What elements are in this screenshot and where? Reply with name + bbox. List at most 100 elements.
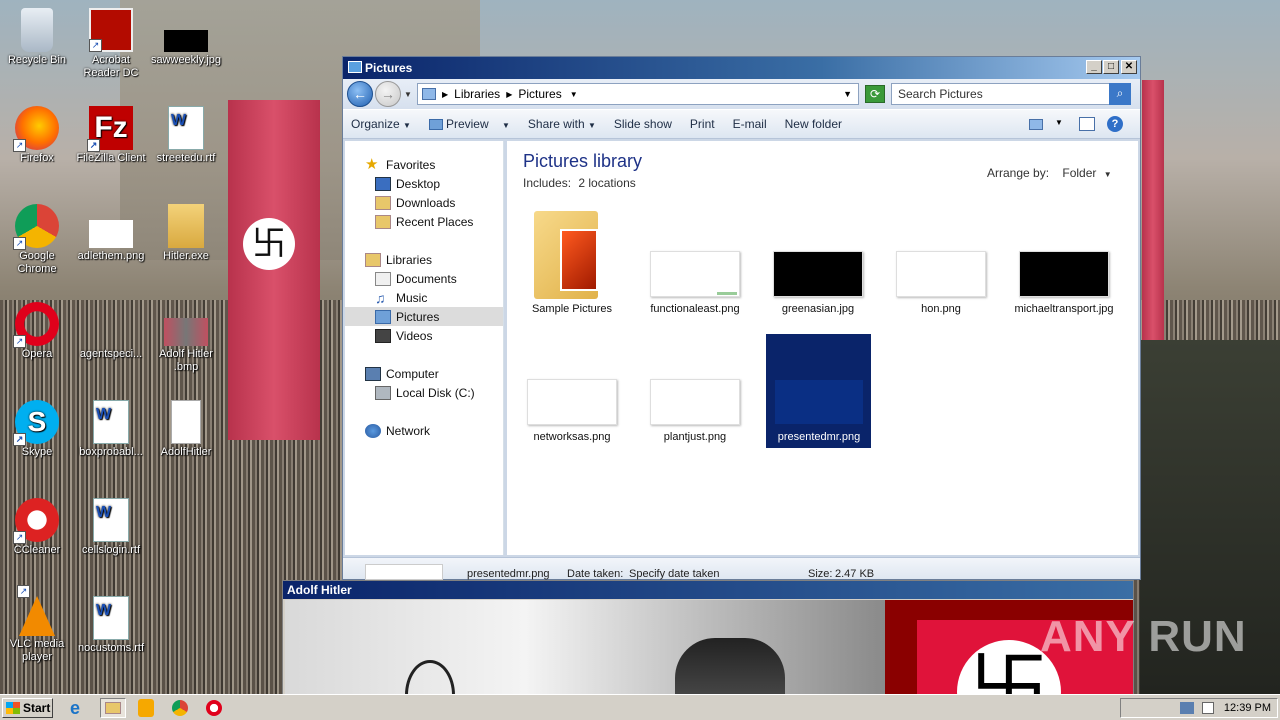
flag-tray-icon[interactable]	[1201, 702, 1214, 714]
nav-computer[interactable]: Computer	[345, 364, 503, 383]
desktop-icon-boxprobabl[interactable]: W boxprobabl...	[74, 400, 148, 459]
desktop-icon-agentspeci[interactable]: agentspeci...	[74, 302, 148, 361]
nav-libraries[interactable]: Libraries	[345, 250, 503, 269]
clock[interactable]: 12:39 PM	[1224, 702, 1271, 714]
desktop-icon-chrome[interactable]: ↗ Google Chrome	[0, 204, 74, 276]
blank-file-icon	[89, 302, 133, 346]
media-player-icon[interactable]	[138, 699, 154, 717]
desktop-icon-filezilla[interactable]: Fz ↗ FileZilla Client	[74, 106, 148, 165]
desktop-icon-sawweekly[interactable]: sawweekly.jpg	[149, 8, 223, 67]
slide-show-button[interactable]: Slide show	[614, 117, 672, 131]
close-button[interactable]: ✕	[1121, 60, 1137, 74]
desktop-icon-firefox[interactable]: ↗ Firefox	[0, 106, 74, 165]
recent-pages-dropdown-icon[interactable]: ▼	[404, 90, 412, 99]
file-item[interactable]: functionaleast.png	[640, 205, 750, 315]
image-thumbnail	[527, 379, 617, 425]
chevron-down-icon[interactable]: ▼	[570, 90, 578, 99]
internet-explorer-icon[interactable]: e	[70, 699, 90, 717]
desktop-icon-ccleaner[interactable]: ↗ CCleaner	[0, 498, 74, 557]
forward-button[interactable]: →	[375, 81, 401, 107]
start-button[interactable]: Start	[2, 698, 53, 718]
minimize-button[interactable]: _	[1086, 60, 1102, 74]
item-label: michaeltransport.jpg	[1014, 303, 1114, 315]
videos-icon	[375, 328, 391, 343]
image-viewer-titlebar[interactable]: Adolf Hitler	[283, 581, 1133, 599]
file-item[interactable]: plantjust.png	[640, 333, 750, 443]
breadcrumb-separator: ▶	[506, 89, 513, 99]
nav-videos[interactable]: Videos	[345, 326, 503, 345]
nav-downloads[interactable]: Downloads	[345, 193, 503, 212]
file-item-selected[interactable]: presentedmr.png	[766, 334, 871, 448]
desktop-icon-label: Google Chrome	[17, 250, 57, 275]
search-placeholder: Search Pictures	[898, 87, 983, 101]
window-title: Pictures	[365, 61, 413, 75]
desktop-icon-cellslogin[interactable]: W cellslogin.rtf	[74, 498, 148, 557]
acrobat-icon: ↗	[89, 8, 133, 52]
desktop-icon-acrobat[interactable]: ↗ Acrobat Reader DC	[74, 8, 148, 80]
details-date-value[interactable]: Specify date taken	[629, 568, 720, 580]
preview-pane-icon[interactable]	[1079, 117, 1095, 131]
search-icon[interactable]: ⌕	[1109, 83, 1131, 105]
search-input[interactable]: Search Pictures ⌕	[891, 83, 1131, 105]
maximize-button[interactable]: □	[1103, 60, 1119, 74]
refresh-icon[interactable]: ⟳	[865, 85, 885, 103]
item-label: plantjust.png	[663, 431, 727, 443]
email-button[interactable]: E-mail	[733, 117, 767, 131]
address-dropdown-icon[interactable]: ▼	[843, 89, 852, 99]
desktop-icon-hitler-exe[interactable]: Hitler.exe	[149, 204, 223, 263]
nav-documents[interactable]: Documents	[345, 269, 503, 288]
back-button[interactable]: ←	[347, 81, 373, 107]
nav-label: Videos	[396, 328, 433, 343]
opera-icon[interactable]	[206, 700, 222, 716]
share-with-button[interactable]: Share with ▼	[528, 117, 596, 131]
includes-locations-link[interactable]: 2 locations	[578, 176, 635, 190]
desktop-icon-recycle-bin[interactable]: Recycle Bin	[0, 8, 74, 67]
nav-label: Computer	[386, 366, 439, 381]
file-item[interactable]: greenasian.jpg	[763, 205, 873, 315]
change-view-icon[interactable]	[1029, 119, 1043, 130]
desktop-icon-vlc[interactable]: ↗ VLC media player	[0, 585, 74, 664]
desktop-icon-skype[interactable]: S ↗ Skype	[0, 400, 74, 459]
desktop-icon-adolfhitler[interactable]: AdolfHitler	[149, 400, 223, 459]
explorer-titlebar[interactable]: Pictures _ □ ✕	[343, 57, 1140, 79]
folder-item[interactable]: Sample Pictures	[517, 205, 627, 315]
desktop-icon-adlethem[interactable]: adlethem.png	[74, 204, 148, 263]
image-file-icon	[89, 220, 133, 248]
desktop-icon-nocustoms[interactable]: W nocustoms.rtf	[74, 596, 148, 655]
print-button[interactable]: Print	[690, 117, 715, 131]
nav-pictures[interactable]: Pictures	[345, 307, 503, 326]
file-item[interactable]: michaeltransport.jpg	[1009, 205, 1119, 325]
nav-recent-places[interactable]: Recent Places	[345, 212, 503, 231]
breadcrumb-libraries[interactable]: Libraries	[454, 87, 500, 101]
file-item[interactable]: hon.png	[886, 205, 996, 315]
nav-desktop[interactable]: Desktop	[345, 174, 503, 193]
desktop-icon-adolf-hitler-bmp[interactable]: Adolf Hitler .bmp	[149, 302, 223, 374]
preview-button[interactable]: Preview ▼	[428, 117, 510, 131]
nav-network[interactable]: Network	[345, 421, 503, 440]
chevron-down-icon[interactable]: ▼	[1055, 118, 1063, 127]
breadcrumb-pictures[interactable]: Pictures	[518, 87, 561, 101]
recent-places-icon	[375, 214, 391, 229]
help-icon[interactable]: ?	[1107, 116, 1123, 132]
chrome-icon[interactable]	[172, 700, 188, 716]
nav-music[interactable]: ♫ Music	[345, 288, 503, 307]
details-date-label: Date taken:	[567, 568, 624, 580]
explorer-window[interactable]: Pictures _ □ ✕ ← → ▼ ▶ Libraries ▶ Pictu…	[342, 56, 1141, 580]
desktop-icon-streetedu[interactable]: W streetedu.rtf	[149, 106, 223, 165]
music-icon: ♫	[375, 289, 386, 306]
file-item[interactable]: networksas.png	[517, 333, 627, 443]
desktop-icon-label: Recycle Bin	[7, 54, 67, 66]
desktop-icon-label: adlethem.png	[77, 250, 145, 262]
explorer-taskbar-icon[interactable]	[100, 698, 126, 718]
item-label: Sample Pictures	[531, 303, 613, 315]
organize-button[interactable]: Organize ▼	[351, 117, 411, 131]
address-box[interactable]: ▶ Libraries ▶ Pictures ▼ ▼	[417, 83, 859, 105]
details-size-value: 2.47 KB	[835, 568, 875, 580]
new-folder-button[interactable]: New folder	[785, 117, 842, 131]
arrange-by-dropdown[interactable]: Folder ▼	[1062, 166, 1111, 180]
network-tray-icon[interactable]	[1179, 702, 1194, 714]
details-thumbnail	[365, 564, 443, 580]
desktop-icon-opera[interactable]: ↗ Opera	[0, 302, 74, 361]
nav-favorites[interactable]: ★ Favorites	[345, 155, 503, 174]
nav-local-disk[interactable]: Local Disk (C:)	[345, 383, 503, 402]
